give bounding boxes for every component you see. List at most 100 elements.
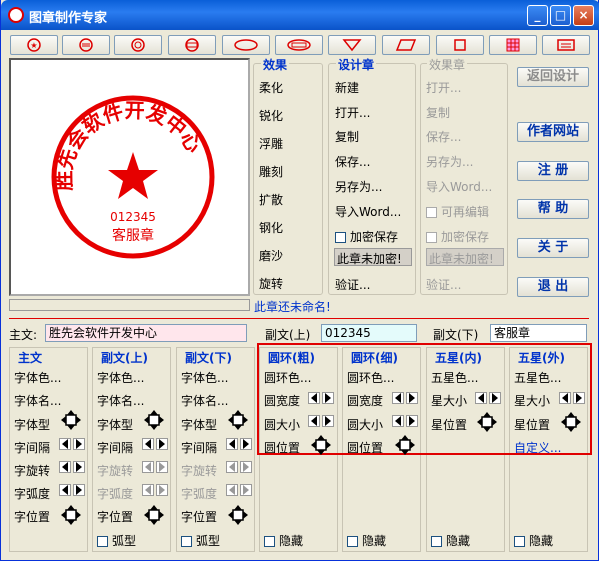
- subtop-font-style-crosshair-icon[interactable]: [144, 410, 164, 430]
- effect-stamp-editable-checkbox[interactable]: 可再编辑: [426, 203, 489, 220]
- design-open[interactable]: 打开...: [335, 104, 370, 121]
- help-button[interactable]: 帮 助: [517, 199, 589, 219]
- starinner-size-left-arrow-icon[interactable]: [475, 392, 487, 404]
- subtop-arc-checkbox[interactable]: 弧型: [97, 532, 136, 549]
- main-text-input[interactable]: 胜先会软件开发中心: [45, 324, 247, 342]
- ringthick-size-right-arrow-icon[interactable]: [322, 415, 334, 427]
- author-website-button[interactable]: 作者网站: [517, 122, 589, 142]
- subbottom-curvature-left-arrow-icon[interactable]: [226, 484, 238, 496]
- effect-stamp-save[interactable]: 保存...: [426, 128, 461, 145]
- starouter-position-crosshair-icon[interactable]: [561, 412, 581, 432]
- shape-rectangle-lines-button[interactable]: [542, 35, 590, 55]
- subtop-rotation-left-arrow-icon[interactable]: [142, 461, 154, 473]
- starouter-hide-checkbox[interactable]: 隐藏: [514, 532, 553, 549]
- effect-stamp-encrypt-checkbox[interactable]: 加密保存: [426, 228, 489, 245]
- ringthin-width-right-arrow-icon[interactable]: [406, 392, 418, 404]
- subbottom-arc-checkbox[interactable]: 弧型: [181, 532, 220, 549]
- ringthick-width-right-arrow-icon[interactable]: [322, 392, 334, 404]
- design-encrypt-checkbox[interactable]: 加密保存: [335, 228, 398, 245]
- subtop-spacing-right-arrow-icon[interactable]: [156, 438, 168, 450]
- effect-stamp-save-as[interactable]: 另存为...: [426, 153, 473, 170]
- shape-grid-button[interactable]: [489, 35, 537, 55]
- about-button[interactable]: 关 于: [517, 238, 589, 258]
- subtop-font-color[interactable]: 字体色...: [97, 369, 144, 386]
- starinner-hide-checkbox[interactable]: 隐藏: [431, 532, 470, 549]
- sub-bottom-input[interactable]: 客服章: [490, 324, 587, 342]
- main-spacing-left-arrow-icon[interactable]: [59, 438, 71, 450]
- main-position-crosshair-icon[interactable]: [61, 505, 81, 525]
- ringthin-width-left-arrow-icon[interactable]: [392, 392, 404, 404]
- design-copy[interactable]: 复制: [335, 128, 359, 145]
- starinner-size-right-arrow-icon[interactable]: [489, 392, 501, 404]
- sub-top-label: 副文(上): [265, 328, 311, 342]
- subtop-curvature-right-arrow-icon[interactable]: [156, 484, 168, 496]
- register-button[interactable]: 注 册: [517, 161, 589, 181]
- main-font-color[interactable]: 字体色...: [14, 369, 61, 386]
- subbottom-curvature-right-arrow-icon[interactable]: [240, 484, 252, 496]
- shape-double-circle-button[interactable]: [114, 35, 162, 55]
- shape-ellipse-button[interactable]: [222, 35, 270, 55]
- ringthin-size-left-arrow-icon[interactable]: [392, 415, 404, 427]
- ringthin-position-crosshair-icon[interactable]: [395, 435, 415, 455]
- ringthin-size-right-arrow-icon[interactable]: [406, 415, 418, 427]
- maximize-button[interactable]: □: [550, 5, 571, 26]
- subbottom-rotation-left-arrow-icon[interactable]: [226, 461, 238, 473]
- effect-stamp-verify[interactable]: 验证...: [426, 276, 461, 293]
- back-to-design-button[interactable]: 返回设计: [517, 67, 589, 87]
- subtop-position-crosshair-icon[interactable]: [144, 505, 164, 525]
- effect-harden[interactable]: 钢化: [259, 219, 283, 236]
- design-save[interactable]: 保存...: [335, 153, 370, 170]
- close-button[interactable]: ×: [573, 5, 594, 26]
- subtop-spacing-left-arrow-icon[interactable]: [142, 438, 154, 450]
- ringthick-hide-checkbox[interactable]: 隐藏: [264, 532, 303, 549]
- effect-rotate[interactable]: 旋转: [259, 275, 283, 292]
- ringthick-size-left-arrow-icon[interactable]: [308, 415, 320, 427]
- subtop-rotation-right-arrow-icon[interactable]: [156, 461, 168, 473]
- main-curvature-left-arrow-icon[interactable]: [59, 484, 71, 496]
- minimize-button[interactable]: _: [527, 5, 548, 26]
- shape-square-button[interactable]: [436, 35, 484, 55]
- main-font-name[interactable]: 字体名...: [14, 392, 61, 409]
- shape-triangle-button[interactable]: [328, 35, 376, 55]
- subbottom-rotation-right-arrow-icon[interactable]: [240, 461, 252, 473]
- effect-frost[interactable]: 磨沙: [259, 247, 283, 264]
- shape-ellipse-band-button[interactable]: [275, 35, 323, 55]
- effect-engrave[interactable]: 雕刻: [259, 163, 283, 180]
- subbottom-font-name[interactable]: 字体名...: [181, 392, 228, 409]
- effect-stamp-import-word[interactable]: 导入Word...: [426, 178, 492, 195]
- subbottom-font-style-crosshair-icon[interactable]: [228, 410, 248, 430]
- effect-sharpen[interactable]: 锐化: [259, 107, 283, 124]
- starouter-size-right-arrow-icon[interactable]: [573, 392, 585, 404]
- subbottom-spacing-right-arrow-icon[interactable]: [240, 438, 252, 450]
- main-font-style-crosshair-icon[interactable]: [61, 410, 81, 430]
- effect-diffuse[interactable]: 扩散: [259, 191, 283, 208]
- starinner-position-crosshair-icon[interactable]: [477, 412, 497, 432]
- shape-circle-star-button[interactable]: ★: [10, 35, 58, 55]
- subbottom-spacing-left-arrow-icon[interactable]: [226, 438, 238, 450]
- shape-circle-band-button[interactable]: [168, 35, 216, 55]
- design-save-as[interactable]: 另存为...: [335, 178, 382, 195]
- main-rotation-left-arrow-icon[interactable]: [59, 461, 71, 473]
- subtop-font-name[interactable]: 字体名...: [97, 392, 144, 409]
- shape-parallelogram-button[interactable]: [382, 35, 430, 55]
- design-import-word[interactable]: 导入Word...: [335, 203, 401, 220]
- design-verify[interactable]: 验证...: [335, 276, 370, 293]
- design-new[interactable]: 新建: [335, 79, 359, 96]
- starouter-size-left-arrow-icon[interactable]: [559, 392, 571, 404]
- main-curvature-right-arrow-icon[interactable]: [73, 484, 85, 496]
- sub-top-input[interactable]: 012345: [321, 324, 417, 342]
- ringthick-position-crosshair-icon[interactable]: [311, 435, 331, 455]
- shape-circle-lines-button[interactable]: [62, 35, 110, 55]
- main-rotation-right-arrow-icon[interactable]: [73, 461, 85, 473]
- ringthick-width-left-arrow-icon[interactable]: [308, 392, 320, 404]
- exit-button[interactable]: 退 出: [517, 277, 589, 297]
- effect-soften[interactable]: 柔化: [259, 79, 283, 96]
- effect-stamp-open[interactable]: 打开...: [426, 79, 461, 96]
- effect-stamp-copy[interactable]: 复制: [426, 104, 450, 121]
- subtop-curvature-left-arrow-icon[interactable]: [142, 484, 154, 496]
- ringthin-hide-checkbox[interactable]: 隐藏: [347, 532, 386, 549]
- subbottom-position-crosshair-icon[interactable]: [228, 505, 248, 525]
- subbottom-font-color[interactable]: 字体色...: [181, 369, 228, 386]
- effect-emboss[interactable]: 浮雕: [259, 135, 283, 152]
- main-spacing-right-arrow-icon[interactable]: [73, 438, 85, 450]
